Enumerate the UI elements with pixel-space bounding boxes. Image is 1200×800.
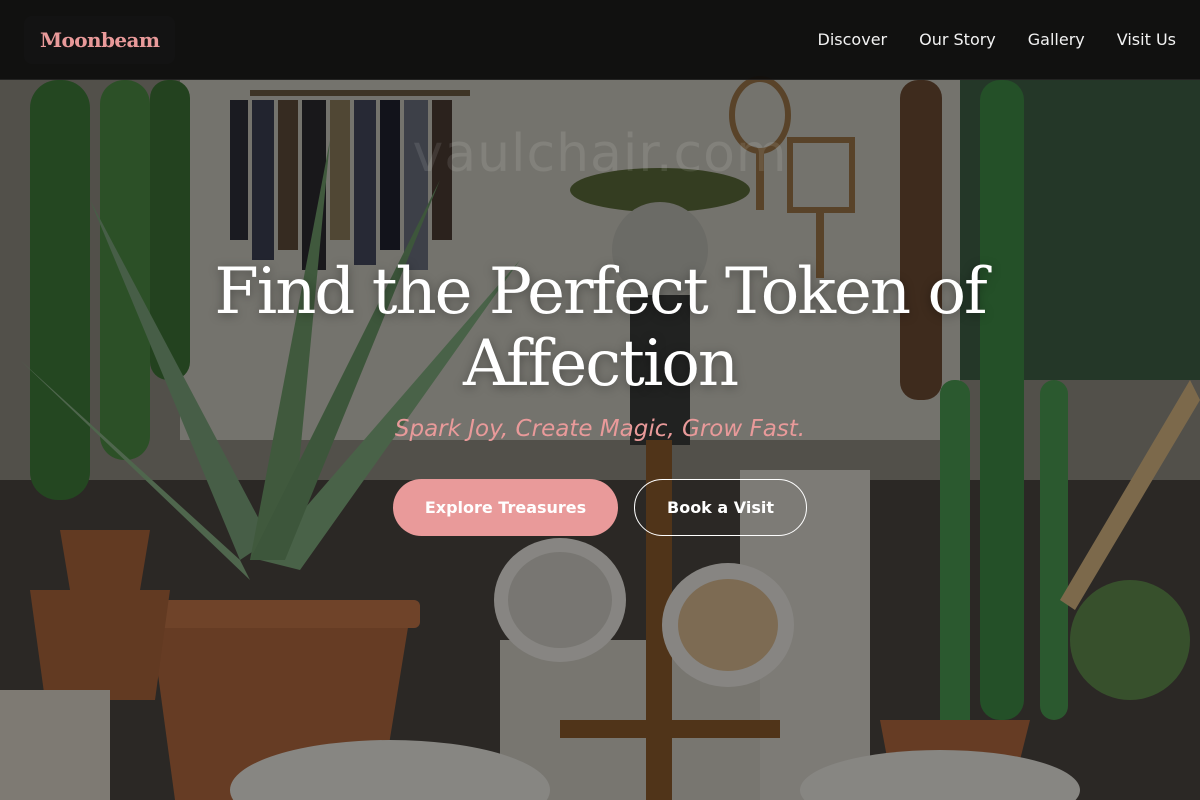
nav-link-gallery[interactable]: Gallery <box>1028 30 1085 49</box>
nav-links: Discover Our Story Gallery Visit Us <box>818 30 1176 49</box>
hero-section: vaulchair.com Moonbeam Discover Our Stor… <box>0 0 1200 800</box>
book-a-visit-button[interactable]: Book a Visit <box>634 479 807 536</box>
brand-logo[interactable]: Moonbeam <box>24 15 176 64</box>
hero-title: Find the Perfect Token of Affection <box>214 255 987 401</box>
hero-tagline: Spark Joy, Create Magic, Grow Fast. <box>394 416 806 442</box>
explore-treasures-button[interactable]: Explore Treasures <box>393 479 618 536</box>
nav-link-our-story[interactable]: Our Story <box>919 30 996 49</box>
nav-link-visit-us[interactable]: Visit Us <box>1117 30 1176 49</box>
nav-link-discover[interactable]: Discover <box>818 30 888 49</box>
top-navigation-bar: Moonbeam Discover Our Story Gallery Visi… <box>0 0 1200 80</box>
hero-content: Find the Perfect Token of Affection Spar… <box>0 256 1200 536</box>
cta-button-row: Explore Treasures Book a Visit <box>0 479 1200 536</box>
